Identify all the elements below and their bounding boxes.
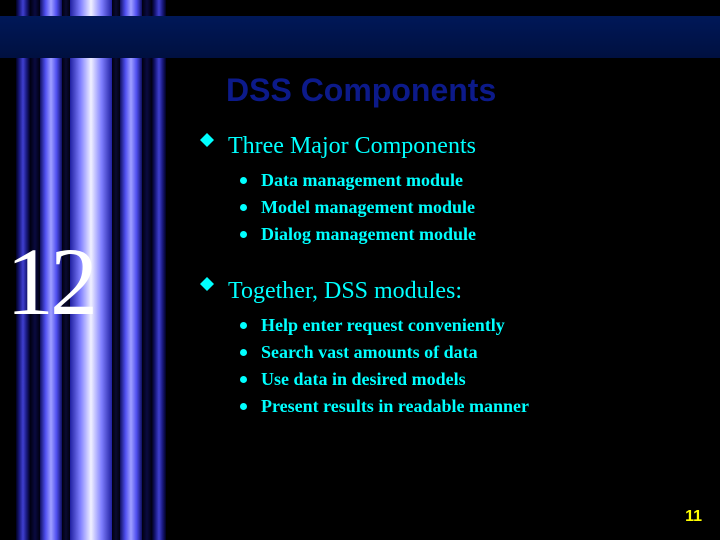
- page-number: 11: [685, 508, 702, 526]
- list-item: Help enter request conveniently: [240, 313, 700, 338]
- list-item: Search vast amounts of data: [240, 340, 700, 365]
- list-item: Use data in desired models: [240, 367, 700, 392]
- section-heading-text: Together, DSS modules:: [228, 278, 462, 305]
- list-item: Data management module: [240, 168, 700, 193]
- chapter-number: 12: [6, 226, 94, 337]
- dot-bullet-icon: [240, 177, 247, 184]
- dot-bullet-icon: [240, 231, 247, 238]
- list-item: Present results in readable manner: [240, 394, 700, 419]
- section-1: Together, DSS modules: Help enter reques…: [200, 278, 700, 420]
- section-heading: Three Major Components: [200, 133, 700, 160]
- diamond-bullet-icon: [200, 284, 214, 298]
- dot-bullet-icon: [240, 349, 247, 356]
- top-bar: [0, 16, 720, 58]
- slide-title: DSS Components: [226, 72, 700, 109]
- dot-bullet-icon: [240, 376, 247, 383]
- list-item: Dialog management module: [240, 222, 700, 247]
- list-item-text: Use data in desired models: [261, 367, 466, 392]
- list-item-text: Dialog management module: [261, 222, 476, 247]
- diamond-bullet-icon: [200, 140, 214, 154]
- sub-list: Help enter request conveniently Search v…: [240, 313, 700, 420]
- dot-bullet-icon: [240, 204, 247, 211]
- section-0: Three Major Components Data management m…: [200, 133, 700, 248]
- dot-bullet-icon: [240, 403, 247, 410]
- sub-list: Data management module Model management …: [240, 168, 700, 248]
- dot-bullet-icon: [240, 322, 247, 329]
- section-heading-text: Three Major Components: [228, 133, 476, 160]
- list-item-text: Present results in readable manner: [261, 394, 529, 419]
- slide-content: DSS Components Three Major Components Da…: [200, 72, 700, 449]
- list-item-text: Data management module: [261, 168, 463, 193]
- list-item: Model management module: [240, 195, 700, 220]
- list-item-text: Help enter request conveniently: [261, 313, 505, 338]
- section-heading: Together, DSS modules:: [200, 278, 700, 305]
- list-item-text: Search vast amounts of data: [261, 340, 478, 365]
- list-item-text: Model management module: [261, 195, 475, 220]
